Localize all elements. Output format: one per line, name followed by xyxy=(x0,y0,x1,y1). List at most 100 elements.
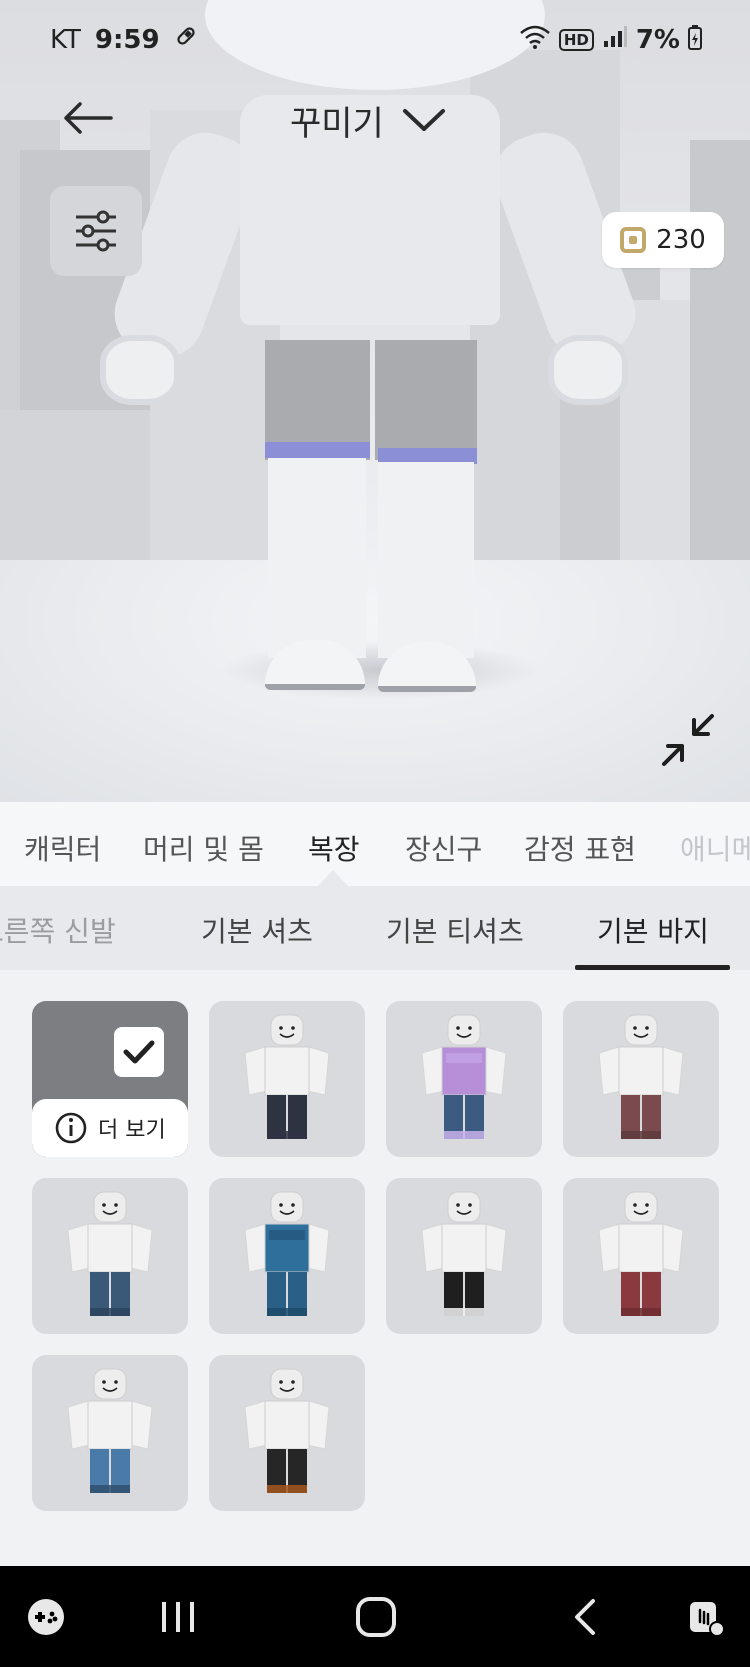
tab-animations[interactable]: 애니메 xyxy=(680,828,750,868)
home-icon xyxy=(356,1596,396,1637)
thumbnail-eye xyxy=(279,1026,283,1030)
checkbox-checked[interactable] xyxy=(114,1027,164,1077)
tab-head-and-body[interactable]: 머리 및 몸 xyxy=(143,828,264,868)
thumbnail-eye xyxy=(633,1203,637,1207)
thumbnail-head xyxy=(624,1191,658,1223)
thumbnail-eye xyxy=(291,1380,295,1384)
game-launcher-button[interactable] xyxy=(16,1566,76,1667)
avatar-left-hand xyxy=(100,335,180,405)
thumbnail-eye xyxy=(645,1203,649,1207)
thumbnail-leg-hem xyxy=(267,1485,307,1493)
thumbnail-eye xyxy=(102,1203,106,1207)
thumbnail-shirt-pattern xyxy=(269,1230,305,1240)
thumbnail-head xyxy=(93,1368,127,1400)
system-back-button[interactable] xyxy=(550,1566,620,1667)
chevron-left-icon xyxy=(575,1598,595,1635)
thumbnail-head xyxy=(270,1014,304,1046)
item-tile[interactable] xyxy=(209,1001,365,1157)
robux-balance-button[interactable]: 230 xyxy=(602,212,724,268)
home-button[interactable] xyxy=(336,1566,416,1667)
item-tile[interactable] xyxy=(32,1178,188,1334)
pill-icon xyxy=(174,24,198,55)
back-button[interactable] xyxy=(58,92,118,144)
collapse-view-button[interactable] xyxy=(660,712,716,768)
thumbnail-arm xyxy=(129,1400,153,1450)
thumbnail-arm xyxy=(483,1223,507,1273)
thumbnail-head xyxy=(447,1014,481,1046)
thumbnail-head xyxy=(270,1368,304,1400)
robux-icon xyxy=(620,227,647,253)
avatar-shorts-band xyxy=(265,442,370,458)
subtab-right-shoe[interactable]: 오른쪽 신발 xyxy=(0,910,116,950)
thumbnail-eye xyxy=(291,1203,295,1207)
avatar-shorts-right xyxy=(375,340,477,460)
thumbnail-leg-hem xyxy=(444,1308,484,1316)
editor-mode-dropdown[interactable]: 꾸미기 xyxy=(290,92,446,148)
screen-touch-lock-button[interactable] xyxy=(676,1566,736,1667)
signal-icon xyxy=(602,25,628,55)
tab-emotes[interactable]: 감정 표현 xyxy=(524,828,636,868)
item-tile[interactable] xyxy=(563,1001,719,1157)
tab-accessories[interactable]: 장신구 xyxy=(405,828,482,868)
thumbnail-arm xyxy=(421,1046,445,1096)
subtab-classic-shirts[interactable]: 기본 셔츠 xyxy=(201,910,313,950)
thumbnail-head xyxy=(624,1014,658,1046)
wifi-icon xyxy=(519,24,551,56)
clock: 9:59 xyxy=(94,24,160,55)
system-navigation-bar xyxy=(0,1566,750,1667)
item-tile[interactable] xyxy=(386,1178,542,1334)
thumbnail-arm xyxy=(306,1046,330,1096)
thumbnail-eye xyxy=(279,1203,283,1207)
subcategory-tabs: 오른쪽 신발 기본 셔츠 기본 티셔츠 기본 바지 xyxy=(0,886,750,970)
thumbnail-arm xyxy=(244,1223,268,1273)
thumbnail-torso xyxy=(87,1400,133,1450)
item-tile[interactable] xyxy=(386,1001,542,1157)
subtab-classic-pants[interactable]: 기본 바지 xyxy=(597,910,709,950)
avatar-left-leg xyxy=(268,458,366,658)
thumbnail-eye xyxy=(468,1203,472,1207)
recent-apps-button[interactable] xyxy=(138,1566,218,1667)
item-grid: 더 보기 xyxy=(0,970,750,1566)
thumbnail-eye xyxy=(456,1203,460,1207)
checkmark-icon xyxy=(123,1040,155,1064)
thumbnail-leg-hem xyxy=(90,1485,130,1493)
item-tile[interactable] xyxy=(563,1178,719,1334)
tab-character[interactable]: 캐릭터 xyxy=(24,828,101,868)
filter-button[interactable] xyxy=(50,186,142,276)
sliders-icon xyxy=(76,210,116,252)
thumbnail-head xyxy=(447,1191,481,1223)
avatar-thumbnail xyxy=(244,1191,330,1316)
thumbnail-arm xyxy=(660,1046,684,1096)
item-tile-selected[interactable]: 더 보기 xyxy=(32,1001,188,1157)
thumbnail-eye xyxy=(279,1380,283,1384)
thumbnail-torso xyxy=(264,1046,310,1096)
avatar-editor-screen: KT 9:59 HD 7% 꾸미기 230 캐릭터 머리 및 몸 복장 장신구 … xyxy=(0,0,750,1667)
thumbnail-arm xyxy=(244,1400,268,1450)
item-tile[interactable] xyxy=(209,1355,365,1511)
thumbnail-leg-hem xyxy=(267,1308,307,1316)
thumbnail-eye xyxy=(456,1026,460,1030)
thumbnail-eye xyxy=(645,1026,649,1030)
recent-apps-icon xyxy=(162,1601,194,1632)
avatar-right-hand xyxy=(548,335,628,405)
thumbnail-shirt-pattern xyxy=(446,1053,482,1063)
status-bar: KT 9:59 HD 7% xyxy=(0,22,750,62)
subtab-classic-tshirts[interactable]: 기본 티셔츠 xyxy=(386,910,524,950)
thumbnail-torso xyxy=(618,1046,664,1096)
thumbnail-head xyxy=(93,1191,127,1223)
thumbnail-eye xyxy=(102,1380,106,1384)
thumbnail-torso xyxy=(264,1400,310,1450)
item-tile[interactable] xyxy=(209,1178,365,1334)
thumbnail-eye xyxy=(291,1026,295,1030)
page-title: 꾸미기 xyxy=(290,103,384,144)
active-tab-pointer xyxy=(318,870,348,886)
thumbnail-eye xyxy=(468,1026,472,1030)
minimize-arrows-icon xyxy=(662,714,714,766)
thumbnail-arm xyxy=(244,1046,268,1096)
view-details-button[interactable]: 더 보기 xyxy=(32,1099,188,1157)
gamepad-icon xyxy=(28,1598,64,1635)
tab-clothing[interactable]: 복장 xyxy=(308,828,360,868)
item-tile[interactable] xyxy=(32,1355,188,1511)
avatar-thumbnail xyxy=(244,1014,330,1139)
avatar-thumbnail xyxy=(67,1368,153,1493)
